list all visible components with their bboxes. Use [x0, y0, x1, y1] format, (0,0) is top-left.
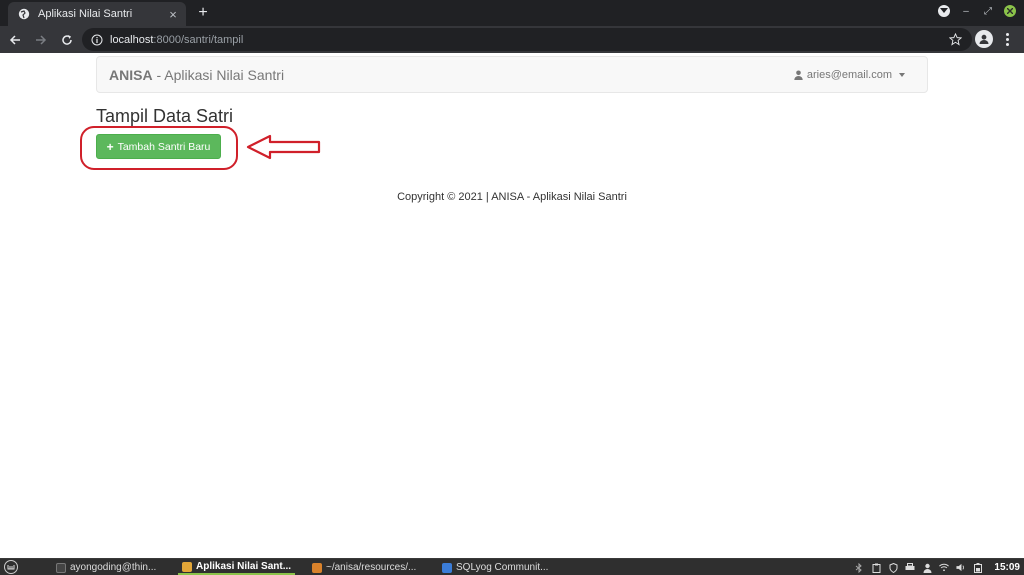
- minimize-icon[interactable]: –: [960, 6, 972, 17]
- caret-down-icon: [899, 73, 905, 77]
- chrome-icon: [182, 561, 192, 572]
- profile-avatar-icon[interactable]: [975, 30, 993, 48]
- printer-icon[interactable]: [905, 563, 915, 573]
- tab-close-button[interactable]: ×: [166, 7, 180, 22]
- os-taskbar: ayongoding@thin... Aplikasi Nilai Sant..…: [0, 558, 1024, 575]
- user-accounts-icon[interactable]: [922, 563, 932, 573]
- task-label: SQLyog Communit...: [456, 562, 549, 573]
- wifi-icon[interactable]: [939, 563, 950, 573]
- tab-title: Aplikasi Nilai Santri: [38, 8, 133, 20]
- page-footer: Copyright © 2021 | ANISA - Aplikasi Nila…: [397, 191, 627, 203]
- task-label: ~/anisa/resources/...: [326, 562, 417, 573]
- forward-icon[interactable]: [30, 29, 52, 51]
- add-santri-button-label: Tambah Santri Baru: [117, 140, 211, 153]
- page-viewport: ANISA - Aplikasi Nilai Santri aries@emai…: [0, 53, 1024, 558]
- app-navbar: ANISA - Aplikasi Nilai Santri aries@emai…: [96, 56, 928, 93]
- back-icon[interactable]: [4, 29, 26, 51]
- add-santri-button[interactable]: + Tambah Santri Baru: [96, 134, 221, 159]
- task-browser[interactable]: Aplikasi Nilai Sant...: [178, 560, 296, 575]
- address-bar[interactable]: localhost:8000/santri/tampil: [82, 28, 972, 51]
- bookmark-star-icon[interactable]: [948, 32, 962, 46]
- page-title: Tampil Data Satri: [96, 106, 234, 126]
- navbar-brand[interactable]: ANISA - Aplikasi Nilai Santri: [109, 67, 284, 83]
- browser-tab[interactable]: Aplikasi Nilai Santri ×: [8, 2, 186, 26]
- window-controls: – ⤢: [938, 5, 1016, 17]
- system-tray: 15:09: [854, 560, 1020, 575]
- url-path: :8000/santri/tampil: [153, 33, 244, 46]
- plus-icon: +: [106, 139, 114, 154]
- sqlyog-icon: [442, 562, 452, 573]
- shield-icon[interactable]: [888, 562, 898, 573]
- info-icon[interactable]: [90, 33, 104, 47]
- start-menu-icon[interactable]: [4, 560, 18, 574]
- task-sqlyog[interactable]: SQLyog Communit...: [438, 560, 552, 575]
- terminal-icon: [56, 562, 66, 573]
- bluetooth-icon[interactable]: [854, 562, 864, 573]
- url-host: localhost: [110, 33, 154, 46]
- task-editor[interactable]: ~/anisa/resources/...: [308, 560, 420, 575]
- browser-tab-strip: Aplikasi Nilai Santri × + – ⤢: [0, 0, 1024, 26]
- task-label: ayongoding@thin...: [70, 562, 157, 573]
- globe-icon: [18, 8, 30, 20]
- user-email: aries@email.com: [806, 69, 892, 81]
- new-tab-button[interactable]: +: [194, 3, 212, 23]
- battery-icon[interactable]: [973, 562, 983, 573]
- reload-icon[interactable]: [56, 29, 78, 51]
- annotation-arrow-icon: [246, 134, 321, 160]
- task-terminal[interactable]: ayongoding@thin...: [52, 560, 160, 575]
- taskbar-clock[interactable]: 15:09: [994, 562, 1020, 573]
- brand-name: ANISA: [109, 67, 153, 83]
- user-icon: [794, 70, 803, 80]
- close-window-icon[interactable]: [1004, 5, 1016, 17]
- editor-icon: [312, 562, 322, 573]
- browser-toolbar: localhost:8000/santri/tampil: [0, 26, 1024, 53]
- clipboard-icon[interactable]: [871, 563, 881, 573]
- tab-search-icon[interactable]: [938, 5, 950, 17]
- user-dropdown[interactable]: aries@email.com: [794, 69, 905, 81]
- browser-menu-icon[interactable]: [1001, 30, 1013, 48]
- brand-subtitle: - Aplikasi Nilai Santri: [152, 67, 285, 83]
- task-label: Aplikasi Nilai Sant...: [196, 561, 292, 572]
- volume-icon[interactable]: [956, 563, 966, 573]
- maximize-icon[interactable]: ⤢: [982, 6, 994, 17]
